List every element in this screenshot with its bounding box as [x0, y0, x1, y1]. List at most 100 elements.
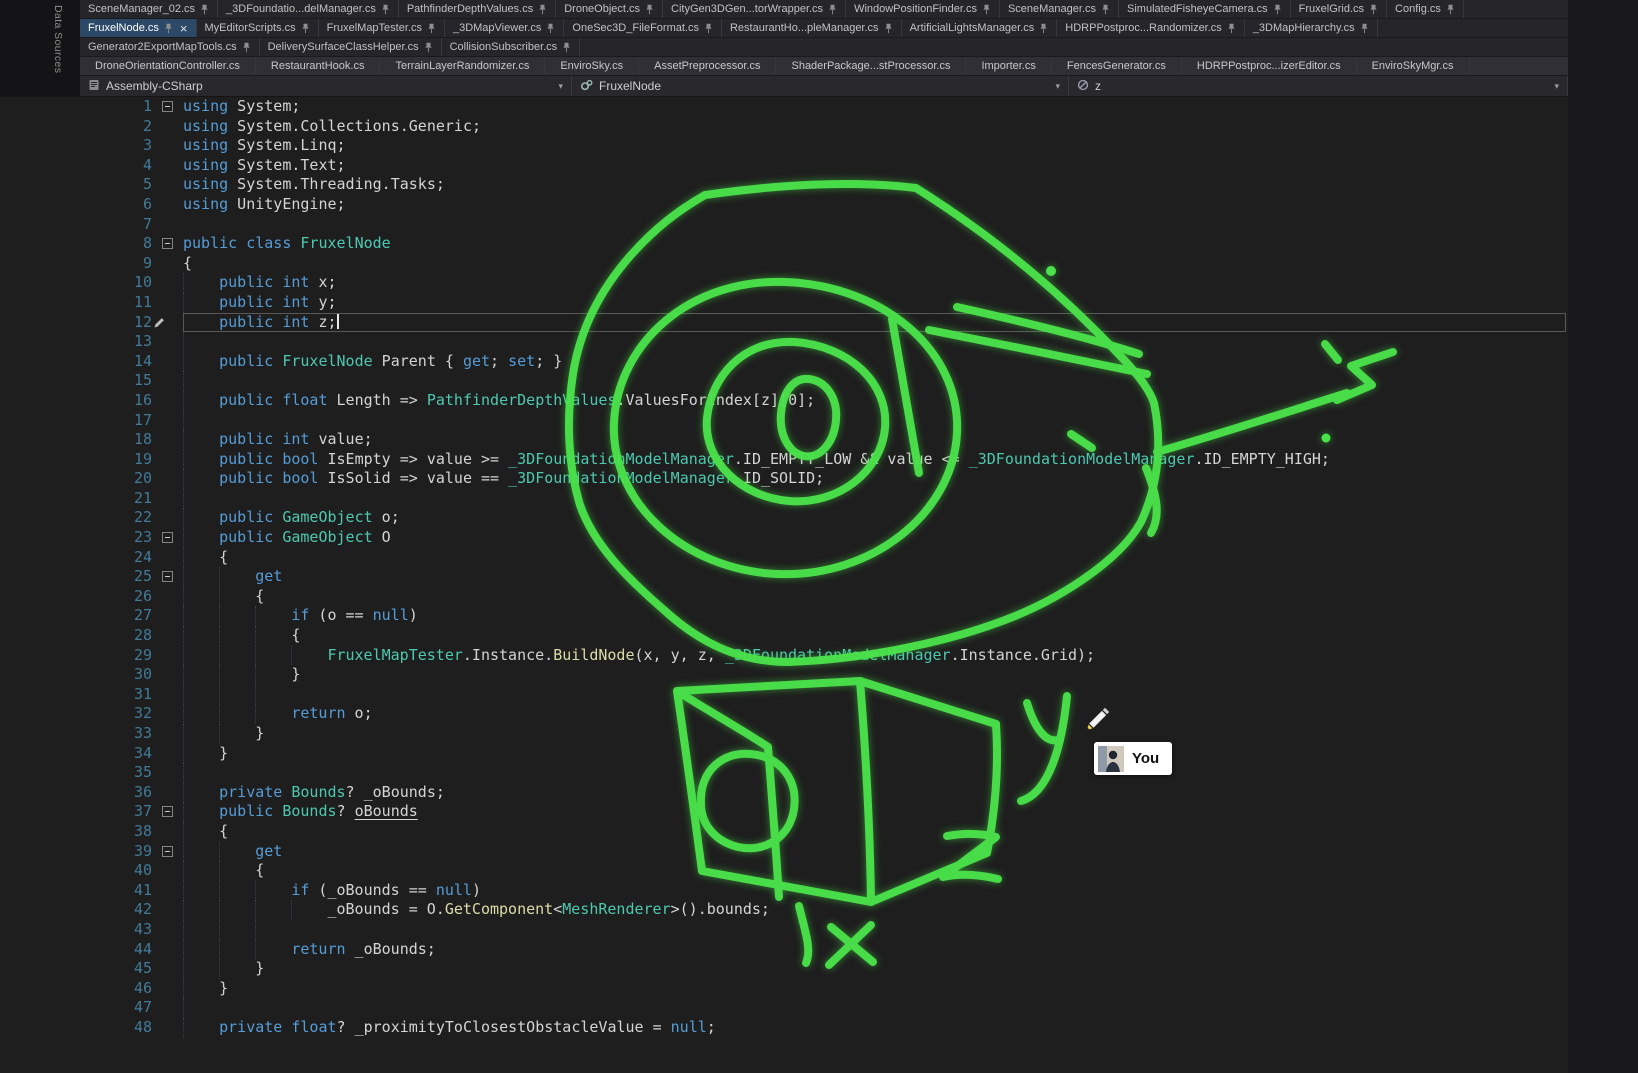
pin-icon[interactable]: [1273, 4, 1282, 15]
tab-DroneObject.cs[interactable]: DroneObject.cs: [556, 0, 663, 18]
tab-FencesGenerator.cs[interactable]: FencesGenerator.cs: [1052, 57, 1182, 75]
code-editor[interactable]: 1using System;2using System.Collections.…: [0, 97, 1568, 1073]
code-line-1[interactable]: 1using System;: [0, 97, 1568, 117]
code-line-32[interactable]: 32return o;: [0, 704, 1568, 724]
code-line-20[interactable]: 20public bool IsSolid => value == _3DFou…: [0, 469, 1568, 489]
fold-collapse-icon[interactable]: [162, 238, 173, 249]
code-line-26[interactable]: 26{: [0, 587, 1568, 607]
code-line-16[interactable]: 16public float Length => PathfinderDepth…: [0, 391, 1568, 411]
tab-FruxelNode.cs[interactable]: FruxelNode.cs×: [80, 19, 197, 37]
pin-icon[interactable]: [242, 42, 251, 53]
tab-FruxelMapTester.cs[interactable]: FruxelMapTester.cs: [319, 19, 445, 37]
tab-RestaurantHo...pleManager.cs[interactable]: RestaurantHo...pleManager.cs: [722, 19, 902, 37]
pin-icon[interactable]: [982, 4, 991, 15]
fold-collapse-icon[interactable]: [162, 846, 173, 857]
tab-FruxelGrid.cs[interactable]: FruxelGrid.cs: [1291, 0, 1387, 18]
code-line-35[interactable]: 35: [0, 763, 1568, 783]
tab-PathfinderDepthValues.cs[interactable]: PathfinderDepthValues.cs: [399, 0, 556, 18]
code-line-22[interactable]: 22public GameObject o;: [0, 508, 1568, 528]
fold-collapse-icon[interactable]: [162, 532, 173, 543]
code-line-40[interactable]: 40{: [0, 861, 1568, 881]
tab-AssetPreprocessor.cs[interactable]: AssetPreprocessor.cs: [639, 57, 776, 75]
code-line-31[interactable]: 31: [0, 685, 1568, 705]
code-line-15[interactable]: 15: [0, 371, 1568, 391]
code-line-14[interactable]: 14public FruxelNode Parent { get; set; }: [0, 352, 1568, 372]
tab-DroneOrientationController.cs[interactable]: DroneOrientationController.cs: [80, 57, 256, 75]
code-line-21[interactable]: 21: [0, 489, 1568, 509]
pin-icon[interactable]: [1446, 4, 1455, 15]
tab-EnviroSky.cs[interactable]: EnviroSky.cs: [545, 57, 639, 75]
tab-TerrainLayerRandomizer.cs[interactable]: TerrainLayerRandomizer.cs: [380, 57, 545, 75]
code-line-19[interactable]: 19public bool IsEmpty => value >= _3DFou…: [0, 450, 1568, 470]
tab-HDRPPostproc...Randomizer.cs[interactable]: HDRPPostproc...Randomizer.cs: [1057, 19, 1245, 37]
pin-icon[interactable]: [704, 23, 713, 34]
tab-CityGen3DGen...torWrapper.cs[interactable]: CityGen3DGen...torWrapper.cs: [663, 0, 846, 18]
pin-icon[interactable]: [1369, 4, 1378, 15]
code-line-2[interactable]: 2using System.Collections.Generic;: [0, 117, 1568, 137]
code-line-10[interactable]: 10public int x;: [0, 273, 1568, 293]
pin-icon[interactable]: [1039, 23, 1048, 34]
tab-Importer.cs[interactable]: Importer.cs: [966, 57, 1051, 75]
tab-OneSec3D_FileFormat.cs[interactable]: OneSec3D_FileFormat.cs: [564, 19, 722, 37]
fold-collapse-icon[interactable]: [162, 806, 173, 817]
code-line-23[interactable]: 23public GameObject O: [0, 528, 1568, 548]
pin-icon[interactable]: [1360, 23, 1369, 34]
type-dropdown[interactable]: FruxelNode ▾: [572, 76, 1069, 96]
code-line-29[interactable]: 29FruxelMapTester.Instance.BuildNode(x, …: [0, 646, 1568, 666]
code-line-5[interactable]: 5using System.Threading.Tasks;: [0, 175, 1568, 195]
code-line-18[interactable]: 18public int value;: [0, 430, 1568, 450]
pin-icon[interactable]: [546, 23, 555, 34]
code-line-36[interactable]: 36private Bounds? _oBounds;: [0, 783, 1568, 803]
code-line-38[interactable]: 38{: [0, 822, 1568, 842]
code-line-7[interactable]: 7: [0, 215, 1568, 235]
fold-collapse-icon[interactable]: [162, 571, 173, 582]
code-line-28[interactable]: 28{: [0, 626, 1568, 646]
code-line-44[interactable]: 44return _oBounds;: [0, 940, 1568, 960]
tab-Config.cs[interactable]: Config.cs: [1387, 0, 1464, 18]
code-line-48[interactable]: 48private float? _proximityToClosestObst…: [0, 1018, 1568, 1038]
tab-_3DMapViewer.cs[interactable]: _3DMapViewer.cs: [445, 19, 564, 37]
member-dropdown[interactable]: z ▾: [1069, 76, 1568, 96]
code-line-30[interactable]: 30}: [0, 665, 1568, 685]
code-line-33[interactable]: 33}: [0, 724, 1568, 744]
pin-icon[interactable]: [884, 23, 893, 34]
code-line-39[interactable]: 39get: [0, 842, 1568, 862]
tab-EnviroSkyMgr.cs[interactable]: EnviroSkyMgr.cs: [1357, 57, 1470, 75]
tab-_3DMapHierarchy.cs[interactable]: _3DMapHierarchy.cs: [1245, 19, 1378, 37]
pin-icon[interactable]: [164, 23, 173, 34]
code-line-12[interactable]: 12public int z;: [0, 313, 1568, 333]
tab-HDRPPostproc...izerEditor.cs[interactable]: HDRPPostproc...izerEditor.cs: [1182, 57, 1357, 75]
pin-icon[interactable]: [645, 4, 654, 15]
tab-Generator2ExportMapTools.cs[interactable]: Generator2ExportMapTools.cs: [80, 38, 260, 56]
pin-icon[interactable]: [301, 23, 310, 34]
code-line-37[interactable]: 37public Bounds? oBounds: [0, 802, 1568, 822]
code-line-3[interactable]: 3using System.Linq;: [0, 136, 1568, 156]
pin-icon[interactable]: [538, 4, 547, 15]
fold-collapse-icon[interactable]: [162, 101, 173, 112]
pin-icon[interactable]: [424, 42, 433, 53]
tab-RestaurantHook.cs[interactable]: RestaurantHook.cs: [256, 57, 381, 75]
tab-DeliverySurfaceClassHelper.cs[interactable]: DeliverySurfaceClassHelper.cs: [260, 38, 442, 56]
tab-ShaderPackage...stProcessor.cs[interactable]: ShaderPackage...stProcessor.cs: [776, 57, 966, 75]
code-line-13[interactable]: 13: [0, 332, 1568, 352]
code-line-45[interactable]: 45}: [0, 959, 1568, 979]
tab-SimulatedFisheyeCamera.cs[interactable]: SimulatedFisheyeCamera.cs: [1119, 0, 1291, 18]
close-icon[interactable]: ×: [180, 22, 188, 35]
data-sources-tab[interactable]: Data Sources: [0, 0, 80, 97]
tab-_3DFoundatio...delManager.cs[interactable]: _3DFoundatio...delManager.cs: [218, 0, 399, 18]
pin-icon[interactable]: [562, 42, 571, 53]
code-line-6[interactable]: 6using UnityEngine;: [0, 195, 1568, 215]
pin-icon[interactable]: [427, 23, 436, 34]
code-line-34[interactable]: 34}: [0, 744, 1568, 764]
pin-icon[interactable]: [828, 4, 837, 15]
tab-CollisionSubscriber.cs[interactable]: CollisionSubscriber.cs: [442, 38, 581, 56]
code-line-47[interactable]: 47: [0, 998, 1568, 1018]
pin-icon[interactable]: [1101, 4, 1110, 15]
tab-MyEditorScripts.cs[interactable]: MyEditorScripts.cs: [197, 19, 319, 37]
code-line-46[interactable]: 46}: [0, 979, 1568, 999]
code-line-41[interactable]: 41if (_oBounds == null): [0, 881, 1568, 901]
project-dropdown[interactable]: Assembly-CSharp ▾: [80, 76, 572, 96]
pin-icon[interactable]: [381, 4, 390, 15]
tab-WindowPositionFinder.cs[interactable]: WindowPositionFinder.cs: [846, 0, 1000, 18]
tab-ArtificialLightsManager.cs[interactable]: ArtificialLightsManager.cs: [902, 19, 1058, 37]
